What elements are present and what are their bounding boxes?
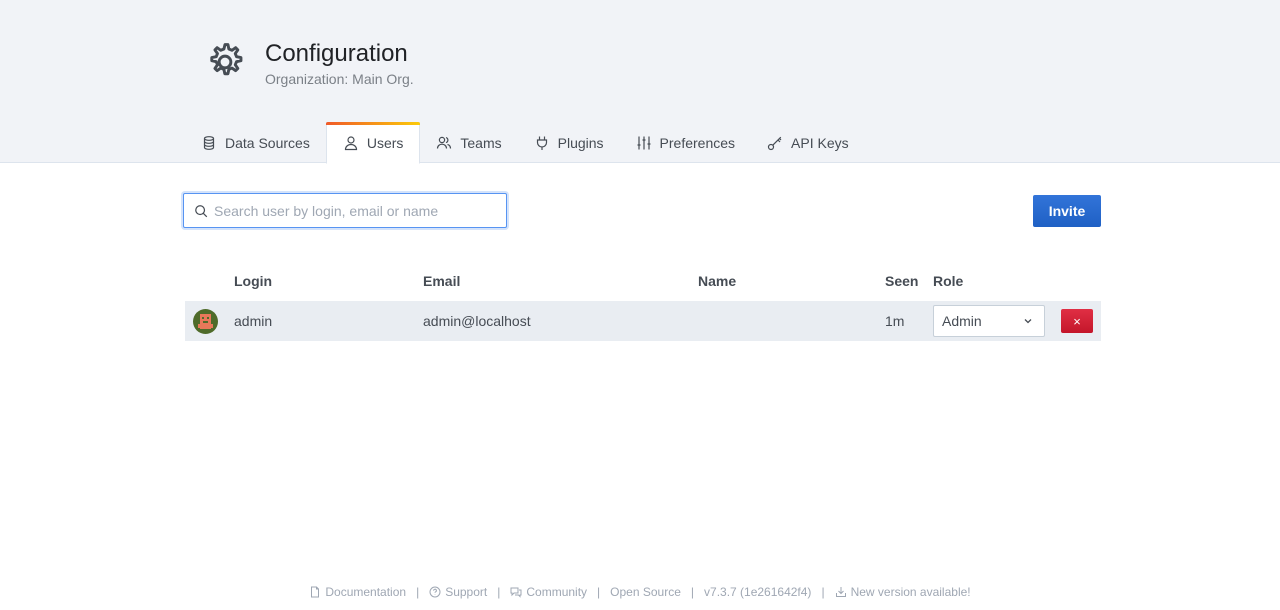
footer-link-support[interactable]: Support <box>429 585 487 599</box>
page-title: Configuration <box>265 40 408 67</box>
delete-user-button[interactable]: × <box>1061 309 1093 333</box>
footer-separator: | <box>497 585 501 599</box>
download-icon <box>835 587 846 597</box>
user-icon <box>344 136 357 151</box>
tab-label: API Keys <box>791 134 849 151</box>
column-header-email: Email <box>423 273 461 289</box>
search-icon <box>195 204 208 217</box>
footer-link-documentation[interactable]: Documentation <box>309 585 406 599</box>
footer-separator: | <box>597 585 601 599</box>
tab-label: Users <box>366 135 404 151</box>
tab-label: Teams <box>460 134 502 151</box>
page-subtitle: Organization: Main Org. <box>265 71 414 87</box>
footer-separator: | <box>821 585 825 599</box>
tab-preferences[interactable]: Preferences <box>620 122 751 163</box>
tab-teams[interactable]: Teams <box>420 122 517 163</box>
column-header-role: Role <box>933 273 964 289</box>
role-select[interactable]: Admin <box>933 305 1045 337</box>
sliders-icon <box>637 136 651 149</box>
chevron-down-icon <box>1024 319 1032 324</box>
footer-link-open-source[interactable]: Open Source <box>610 585 681 599</box>
key-icon <box>767 136 782 150</box>
search-input[interactable] <box>214 195 506 226</box>
avatar <box>193 309 218 334</box>
database-icon <box>203 135 215 150</box>
tab-users[interactable]: Users <box>325 122 421 164</box>
user-email: admin@localhost <box>423 313 531 329</box>
tab-label: Preferences <box>659 134 736 151</box>
column-header-name: Name <box>698 273 737 289</box>
user-login: admin <box>234 313 273 329</box>
footer-version[interactable]: v7.3.7 (1e261642f4) <box>704 585 811 599</box>
search-box <box>183 193 507 228</box>
role-value: Admin <box>942 313 982 329</box>
footer: Documentation | Support | Community | Op… <box>0 584 1280 600</box>
footer-separator: | <box>416 585 420 599</box>
footer-separator: | <box>690 585 695 599</box>
table-header: Login Email Name Seen Role <box>185 263 1101 301</box>
document-icon <box>311 586 320 598</box>
table-row: admin admin@localhost 1m Admin × <box>185 301 1101 341</box>
user-seen: 1m <box>885 313 905 329</box>
config-tabs: Data Sources Users Teams Plugins Prefere… <box>185 122 865 164</box>
column-header-login: Login <box>234 273 273 289</box>
users-icon <box>437 136 452 149</box>
tab-api-keys[interactable]: API Keys <box>751 122 865 163</box>
footer-link-community[interactable]: Community <box>510 585 587 599</box>
page-header: Configuration Organization: Main Org. Da… <box>0 0 1280 164</box>
gear-icon <box>210 43 243 76</box>
tab-data-sources[interactable]: Data Sources <box>185 122 326 163</box>
invite-button[interactable]: Invite <box>1033 195 1101 227</box>
comments-icon <box>510 587 522 598</box>
tab-label: Plugins <box>557 134 604 151</box>
users-table: Login Email Name Seen Role admin admin@l… <box>185 263 1101 341</box>
question-icon <box>429 586 441 598</box>
tab-plugins[interactable]: Plugins <box>518 122 620 163</box>
column-header-seen: Seen <box>885 273 919 289</box>
tab-label: Data Sources <box>225 134 310 151</box>
footer-link-new-version[interactable]: New version available! <box>835 585 971 599</box>
plug-icon <box>536 136 547 150</box>
